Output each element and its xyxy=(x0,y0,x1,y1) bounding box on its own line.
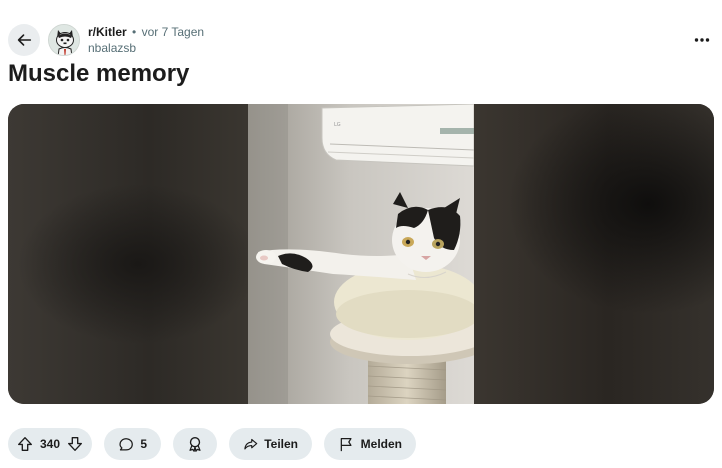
post-time: vor 7 Tagen xyxy=(141,25,205,39)
post-header: r/Kitler • vor 7 Tagen nbalazsb xyxy=(8,24,714,56)
comment-count: 5 xyxy=(140,437,147,451)
post-title: Muscle memory xyxy=(8,60,190,87)
vote-count: 340 xyxy=(39,437,61,451)
award-ribbon-icon xyxy=(189,437,201,452)
more-horizontal-icon xyxy=(694,38,710,42)
subreddit-avatar[interactable] xyxy=(48,24,80,56)
more-options-button[interactable] xyxy=(690,28,714,52)
share-button[interactable]: Teilen xyxy=(229,428,312,460)
post-image: LG xyxy=(248,104,474,404)
report-button[interactable]: Melden xyxy=(324,428,416,460)
flag-icon xyxy=(340,437,352,451)
upvote-button[interactable] xyxy=(16,435,34,453)
award-button[interactable] xyxy=(173,428,217,460)
subreddit-name[interactable]: r/Kitler xyxy=(88,25,127,39)
post-actions-bar: 340 5 Teilen Melden xyxy=(8,428,714,460)
share-label: Teilen xyxy=(264,437,298,451)
cat-avatar-icon xyxy=(49,25,79,55)
comments-button[interactable]: 5 xyxy=(104,428,161,460)
svg-text:LG: LG xyxy=(334,122,341,128)
speech-bubble-icon xyxy=(119,437,133,450)
arrow-left-icon xyxy=(17,34,32,46)
arrow-up-icon xyxy=(18,437,32,451)
meta-separator: • xyxy=(132,25,137,39)
vote-pill: 340 xyxy=(8,428,92,460)
post-media[interactable]: LG xyxy=(8,104,714,404)
report-label: Melden xyxy=(360,437,402,451)
arrow-down-icon xyxy=(68,437,82,451)
post-author[interactable]: nbalazsb xyxy=(88,41,204,56)
share-arrow-icon xyxy=(244,438,258,450)
post-meta: r/Kitler • vor 7 Tagen nbalazsb xyxy=(88,25,204,56)
downvote-button[interactable] xyxy=(66,435,84,453)
back-button[interactable] xyxy=(8,24,40,56)
